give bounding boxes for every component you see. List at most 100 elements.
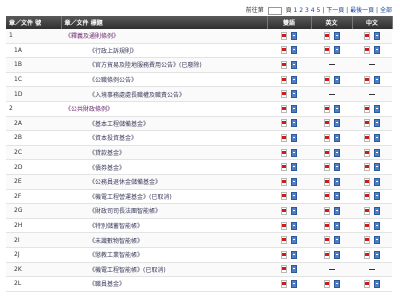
pdf-file-icon[interactable]: [364, 104, 370, 113]
pdf-file-icon[interactable]: [364, 279, 370, 288]
next-page-link[interactable]: 下一頁: [326, 7, 344, 14]
doc-title-link[interactable]: 《資本投資基金》: [61, 130, 267, 146]
doc-title-link[interactable]: 《貸款基金》: [61, 145, 267, 161]
word-doc-icon[interactable]: [333, 104, 340, 113]
pdf-file-icon[interactable]: [364, 177, 370, 186]
doc-title-link[interactable]: 《入境事務處處長職權及職責公告》: [61, 86, 267, 102]
word-doc-icon[interactable]: [291, 206, 297, 215]
pdf-file-icon[interactable]: [323, 119, 330, 128]
word-doc-icon[interactable]: [374, 250, 380, 259]
word-doc-icon[interactable]: [291, 265, 297, 274]
pdf-file-icon[interactable]: [364, 75, 370, 84]
word-doc-icon[interactable]: [291, 236, 297, 245]
pdf-file-icon[interactable]: [281, 279, 287, 288]
word-doc-icon[interactable]: [374, 75, 380, 84]
word-doc-icon[interactable]: [291, 192, 297, 201]
word-doc-icon[interactable]: [291, 163, 297, 172]
pdf-file-icon[interactable]: [323, 206, 330, 215]
pdf-file-icon[interactable]: [281, 265, 287, 274]
pdf-file-icon[interactable]: [323, 31, 330, 40]
pdf-file-icon[interactable]: [364, 31, 370, 40]
word-doc-icon[interactable]: [291, 221, 297, 230]
word-doc-icon[interactable]: [333, 279, 340, 288]
word-doc-icon[interactable]: [291, 279, 297, 288]
page-link-2[interactable]: 2: [299, 7, 303, 14]
pdf-file-icon[interactable]: [281, 90, 287, 99]
pdf-file-icon[interactable]: [323, 46, 330, 55]
pdf-file-icon[interactable]: [281, 250, 287, 259]
pdf-file-icon[interactable]: [281, 148, 287, 157]
page-link-4[interactable]: 4: [311, 7, 315, 14]
word-doc-icon[interactable]: [291, 148, 297, 157]
pdf-file-icon[interactable]: [364, 206, 370, 215]
doc-title-link[interactable]: 《未識數物智能帳》: [61, 232, 267, 248]
pdf-file-icon[interactable]: [323, 192, 330, 201]
pdf-file-icon[interactable]: [281, 75, 287, 84]
word-doc-icon[interactable]: [291, 90, 297, 99]
word-doc-icon[interactable]: [291, 104, 297, 113]
pdf-file-icon[interactable]: [323, 148, 330, 157]
word-doc-icon[interactable]: [291, 177, 297, 186]
pdf-file-icon[interactable]: [281, 192, 287, 201]
last-page-link[interactable]: 最後一頁: [350, 7, 374, 14]
word-doc-icon[interactable]: [333, 148, 340, 157]
pdf-file-icon[interactable]: [281, 46, 287, 55]
doc-title-link[interactable]: 《債券基金》: [61, 159, 267, 175]
doc-title-link[interactable]: 《機電工程營運基金》(已取消): [61, 189, 267, 205]
pdf-file-icon[interactable]: [364, 192, 370, 201]
word-doc-icon[interactable]: [374, 279, 380, 288]
pdf-file-icon[interactable]: [364, 236, 370, 245]
word-doc-icon[interactable]: [333, 192, 340, 201]
word-doc-icon[interactable]: [291, 60, 297, 69]
word-doc-icon[interactable]: [374, 177, 380, 186]
word-doc-icon[interactable]: [291, 31, 297, 40]
doc-title-link[interactable]: 《釋義及通則條例》: [61, 29, 267, 44]
pdf-file-icon[interactable]: [364, 119, 370, 128]
word-doc-icon[interactable]: [374, 133, 380, 142]
pdf-file-icon[interactable]: [281, 133, 287, 142]
pdf-file-icon[interactable]: [323, 75, 330, 84]
word-doc-icon[interactable]: [374, 31, 380, 40]
word-doc-icon[interactable]: [374, 46, 380, 55]
pdf-file-icon[interactable]: [364, 133, 370, 142]
pdf-file-icon[interactable]: [281, 221, 287, 230]
word-doc-icon[interactable]: [333, 236, 340, 245]
pdf-file-icon[interactable]: [281, 31, 287, 40]
pdf-file-icon[interactable]: [281, 104, 287, 113]
pdf-file-icon[interactable]: [364, 46, 370, 55]
word-doc-icon[interactable]: [374, 236, 380, 245]
word-doc-icon[interactable]: [374, 192, 380, 201]
page-link-5[interactable]: 5: [317, 7, 321, 14]
doc-title-link[interactable]: 《公共財政條例》: [61, 101, 267, 117]
all-pages-link[interactable]: 全部: [380, 7, 392, 14]
word-doc-icon[interactable]: [291, 250, 297, 259]
word-doc-icon[interactable]: [333, 163, 340, 172]
word-doc-icon[interactable]: [374, 221, 380, 230]
word-doc-icon[interactable]: [333, 206, 340, 215]
pdf-file-icon[interactable]: [323, 163, 330, 172]
word-doc-icon[interactable]: [333, 46, 340, 55]
word-doc-icon[interactable]: [374, 148, 380, 157]
word-doc-icon[interactable]: [333, 250, 340, 259]
pdf-file-icon[interactable]: [323, 279, 330, 288]
pdf-file-icon[interactable]: [323, 236, 330, 245]
word-doc-icon[interactable]: [333, 75, 340, 84]
doc-title-link[interactable]: 《公職條例公告》: [61, 72, 267, 88]
page-link-3[interactable]: 3: [305, 7, 309, 14]
doc-title-link[interactable]: 《職員基金》: [61, 276, 267, 292]
word-doc-icon[interactable]: [374, 119, 380, 128]
word-doc-icon[interactable]: [291, 46, 297, 55]
doc-title-link[interactable]: 《特別儲蓄智能帳》: [61, 218, 267, 234]
word-doc-icon[interactable]: [374, 163, 380, 172]
word-doc-icon[interactable]: [374, 104, 380, 113]
pdf-file-icon[interactable]: [323, 250, 330, 259]
pdf-file-icon[interactable]: [364, 221, 370, 230]
doc-title-link[interactable]: 《公務員退休金儲備基金》: [61, 174, 267, 190]
pdf-file-icon[interactable]: [323, 221, 330, 230]
word-doc-icon[interactable]: [333, 177, 340, 186]
page-input[interactable]: [267, 6, 282, 15]
page-link-1[interactable]: 1: [294, 7, 298, 14]
pdf-file-icon[interactable]: [281, 163, 287, 172]
pdf-file-icon[interactable]: [323, 177, 330, 186]
pdf-file-icon[interactable]: [323, 133, 330, 142]
